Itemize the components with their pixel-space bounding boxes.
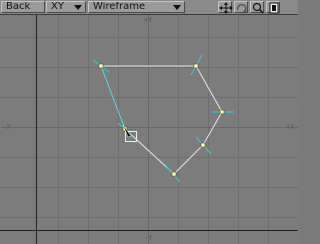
zoom-button[interactable] xyxy=(250,1,264,14)
move-icon xyxy=(219,2,233,14)
viewport-toolbar: Back XY Wireframe xyxy=(0,0,298,15)
viewport-canvas xyxy=(0,15,298,244)
modeling-viewport[interactable]: +Y -Y -X +X xyxy=(0,15,298,244)
vertex[interactable] xyxy=(219,109,225,115)
axis-left-label: -X xyxy=(2,123,11,131)
render-mode-label: Wireframe xyxy=(93,1,146,12)
view-type-label: Back xyxy=(6,1,31,12)
vertex[interactable] xyxy=(200,142,206,148)
chevron-down-icon xyxy=(74,5,82,10)
vertices[interactable] xyxy=(98,63,225,177)
vertex-normals xyxy=(92,54,234,183)
axis-top-label: +Y xyxy=(144,16,153,24)
maximize-icon xyxy=(269,2,279,14)
move-button[interactable] xyxy=(218,1,233,14)
maximize-button[interactable] xyxy=(266,1,280,14)
zoom-icon xyxy=(252,2,264,14)
rotate-icon xyxy=(237,3,247,12)
polygon-mesh[interactable] xyxy=(92,54,234,183)
axis-right-label: +X xyxy=(286,123,295,131)
view-type-dropdown[interactable]: Back xyxy=(1,1,45,13)
axis-bottom-label: -Y xyxy=(144,234,153,242)
rotate-button[interactable] xyxy=(234,1,248,13)
axis-label: XY xyxy=(51,1,64,12)
render-mode-dropdown[interactable]: Wireframe xyxy=(88,1,185,13)
vertex[interactable] xyxy=(171,171,177,177)
vertex[interactable] xyxy=(98,63,104,69)
axis-dropdown[interactable]: XY xyxy=(46,1,86,13)
chevron-down-icon xyxy=(173,5,181,10)
vertex[interactable] xyxy=(193,63,199,69)
